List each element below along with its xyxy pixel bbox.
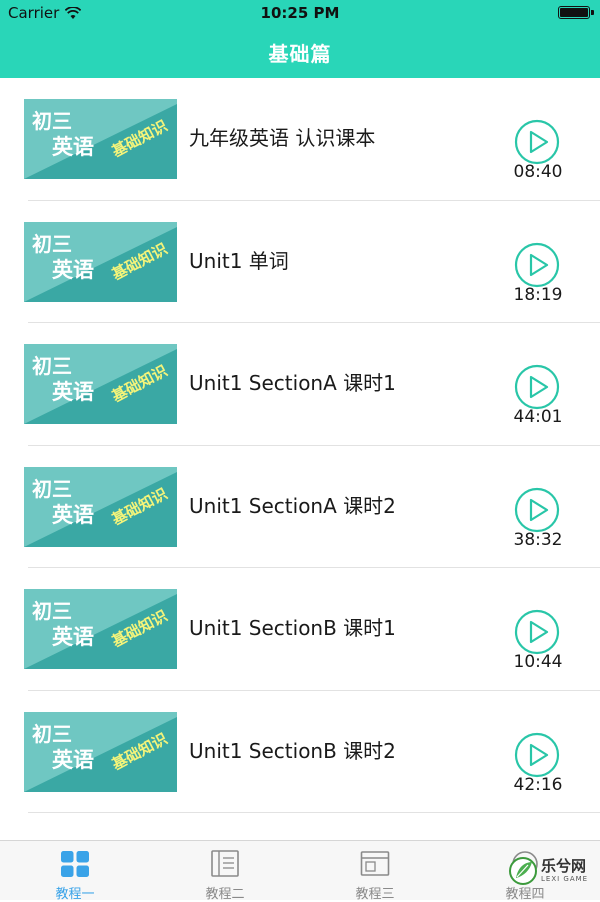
lesson-thumbnail: 初三 英语 基础知识 bbox=[24, 589, 177, 669]
tab-label: 教程二 bbox=[205, 887, 245, 902]
tab-label: 教程一 bbox=[55, 887, 95, 902]
lesson-row[interactable]: 初三 英语 基础知识 Unit1 单词 18:19 bbox=[0, 201, 600, 324]
lesson-thumbnail: 初三 英语 基础知识 bbox=[24, 466, 177, 547]
thumbnail-subject: 英语 bbox=[52, 502, 94, 527]
lesson-row[interactable]: 初三 英语 基础知识 Unit1 SectionA 课时2 38:32 bbox=[0, 446, 600, 569]
status-bar: Carrier 10:25 PM bbox=[0, 0, 600, 26]
thumbnail-subject: 英语 bbox=[52, 257, 94, 282]
thumbnail-subject: 英语 bbox=[52, 380, 94, 404]
thumbnail-grade: 初三 bbox=[32, 231, 72, 256]
thumbnail-grade: 初三 bbox=[32, 109, 72, 133]
lesson-list[interactable]: 初三 英语 基础知识 九年级英语 认识课本 08:40 初三 英语 基础知识 U… bbox=[0, 78, 600, 840]
thumbnail-subject: 英语 bbox=[52, 135, 94, 159]
watermark: 乐兮网 LEXI GAME bbox=[506, 852, 600, 892]
lesson-title: Unit1 单词 bbox=[189, 248, 289, 273]
page-title: 基础篇 bbox=[268, 42, 332, 66]
play-icon[interactable] bbox=[514, 609, 560, 655]
thumbnail-grade: 初三 bbox=[32, 599, 72, 623]
battery-icon bbox=[558, 6, 594, 19]
lesson-row[interactable]: 初三 英语 基础知识 Unit1 SectionA 课时1 44:01 bbox=[0, 323, 600, 446]
lesson-row[interactable]: 初三 英语 基础知识 Unit1 SectionB 课时2 42:16 bbox=[0, 691, 600, 814]
lesson-title: Unit1 SectionA 课时1 bbox=[189, 371, 396, 395]
lesson-thumbnail: 初三 英语 基础知识 bbox=[24, 99, 177, 179]
leaf-logo-icon bbox=[509, 857, 537, 885]
lesson-duration: 10:44 bbox=[513, 652, 563, 672]
lesson-duration: 44:01 bbox=[513, 407, 563, 427]
thumbnail-subject: 英语 bbox=[52, 747, 94, 772]
lesson-title: Unit1 SectionA 课时2 bbox=[189, 493, 396, 518]
lesson-title: Unit1 SectionB 课时2 bbox=[189, 738, 396, 763]
book-icon bbox=[211, 850, 239, 877]
play-icon[interactable] bbox=[514, 732, 560, 778]
thumbnail-grade: 初三 bbox=[32, 721, 72, 746]
lesson-duration: 08:40 bbox=[513, 162, 563, 182]
thumbnail-grade: 初三 bbox=[32, 476, 72, 501]
header: Carrier 10:25 PM 基础篇 bbox=[0, 0, 600, 78]
tab-tutorial-1[interactable]: 教程一 bbox=[0, 841, 150, 902]
browser-window-icon bbox=[360, 851, 390, 876]
lesson-title: Unit1 SectionB 课时1 bbox=[189, 616, 396, 640]
lesson-thumbnail: 初三 英语 基础知识 bbox=[24, 711, 177, 792]
thumbnail-grade: 初三 bbox=[32, 354, 72, 378]
play-icon[interactable] bbox=[514, 364, 560, 410]
status-time: 10:25 PM bbox=[260, 4, 340, 22]
lesson-row[interactable]: 初三 英语 基础知识 九年级英语 认识课本 08:40 bbox=[0, 78, 600, 201]
lesson-row[interactable]: 初三 英语 基础知识 Unit1 SectionB 课时1 10:44 bbox=[0, 568, 600, 691]
watermark-subtext: LEXI GAME bbox=[541, 875, 589, 883]
lesson-thumbnail: 初三 英语 基础知识 bbox=[24, 344, 177, 424]
play-icon[interactable] bbox=[514, 487, 560, 533]
grid-icon bbox=[61, 851, 89, 877]
tab-tutorial-2[interactable]: 教程二 bbox=[150, 841, 300, 902]
tab-tutorial-3[interactable]: 教程三 bbox=[300, 841, 450, 902]
play-icon[interactable] bbox=[514, 242, 560, 288]
thumbnail-subject: 英语 bbox=[52, 625, 94, 649]
lesson-duration: 18:19 bbox=[513, 284, 563, 305]
tab-label: 教程三 bbox=[355, 887, 395, 902]
lesson-thumbnail: 初三 英语 基础知识 bbox=[24, 221, 177, 302]
lesson-duration: 42:16 bbox=[513, 774, 563, 795]
play-icon[interactable] bbox=[514, 119, 560, 165]
watermark-text: 乐兮网 bbox=[541, 857, 587, 875]
lesson-title: 九年级英语 认识课本 bbox=[189, 126, 376, 150]
lesson-duration: 38:32 bbox=[513, 529, 563, 550]
